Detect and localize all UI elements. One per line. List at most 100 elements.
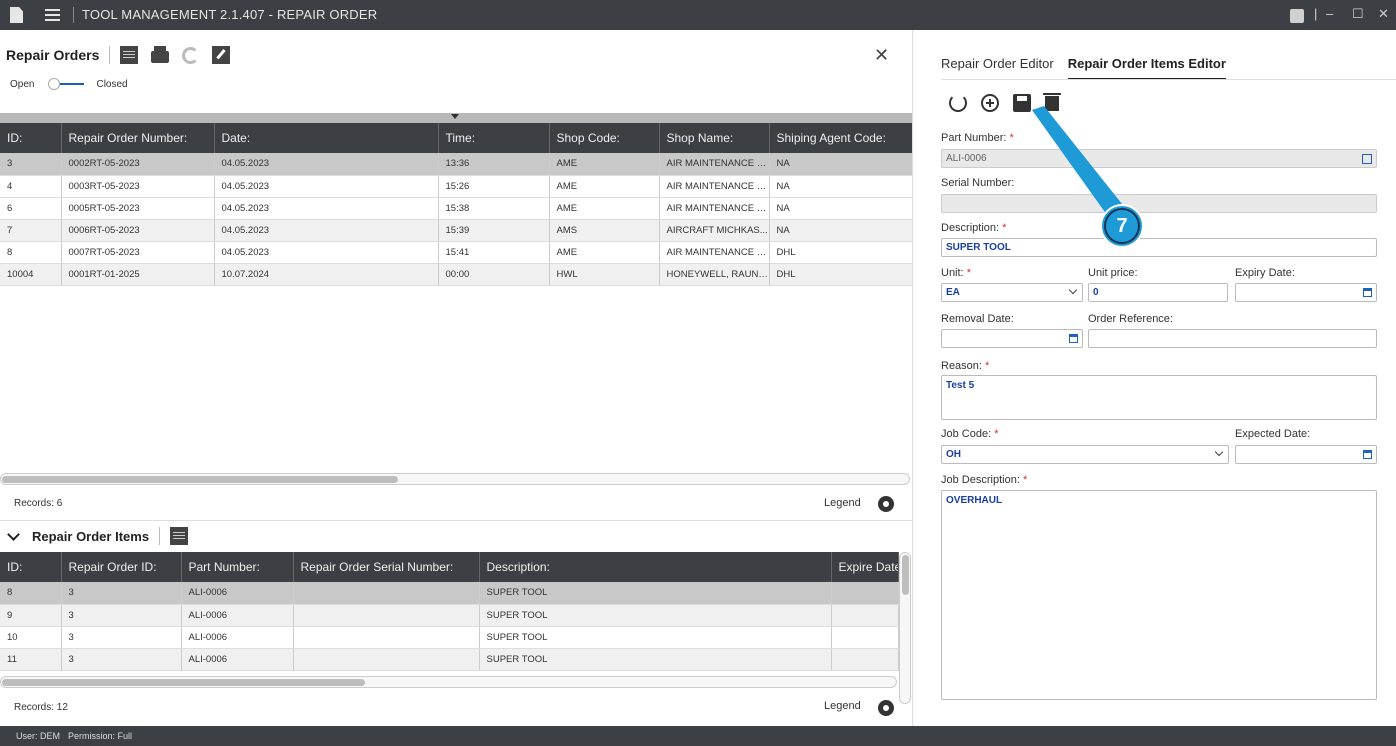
scrollbar-thumb[interactable] (902, 555, 909, 595)
orders-legend-eye-icon[interactable] (878, 496, 894, 512)
collapse-bar[interactable] (0, 113, 912, 123)
expiry-date-field[interactable] (1235, 283, 1377, 302)
table-row[interactable]: 8 3 ALI-0006 SUPER TOOL (0, 582, 899, 605)
items-vertical-scrollbar[interactable] (899, 552, 911, 704)
cell: 11 (0, 648, 62, 671)
serial-number-field[interactable] (941, 194, 1377, 213)
edit-part-icon[interactable] (1362, 154, 1372, 164)
cell: SUPER TOOL (479, 582, 832, 605)
save-icon[interactable] (1013, 94, 1031, 112)
table-row[interactable]: 6 0005RT-05-2023 04.05.2023 15:38 AME AIR MAI… (0, 197, 913, 220)
required-mark: * (1022, 474, 1028, 486)
job-code-select[interactable]: OH (941, 445, 1229, 464)
unit-select[interactable]: EA (941, 283, 1083, 302)
column-header[interactable]: Time: (438, 123, 550, 153)
tab-repair-order-editor[interactable]: Repair Order Editor (941, 56, 1054, 80)
toggle-knob[interactable] (48, 78, 61, 90)
order-reference-field[interactable] (1088, 329, 1377, 348)
tabs-underline (941, 79, 1396, 80)
unit-price-value: 0 (1093, 287, 1099, 298)
print-icon[interactable] (151, 46, 170, 63)
unit-price-field[interactable]: 0 (1088, 283, 1228, 302)
export-excel-icon[interactable] (170, 527, 189, 545)
column-header[interactable]: Shop Code: (549, 123, 660, 153)
scrollbar-thumb[interactable] (2, 476, 398, 483)
calendar-icon[interactable] (1363, 288, 1372, 297)
cell: 4 (0, 175, 62, 198)
table-row[interactable]: 10 3 ALI-0006 SUPER TOOL (0, 626, 899, 649)
chevron-down-icon[interactable] (1214, 447, 1224, 457)
table-row[interactable]: 11 3 ALI-0006 SUPER TOOL (0, 648, 899, 671)
delete-icon[interactable] (1043, 93, 1061, 111)
cell: SUPER TOOL (479, 626, 832, 649)
column-header[interactable]: Shiping Agent Code: (769, 123, 913, 153)
add-icon[interactable] (981, 94, 999, 112)
feedback-icon[interactable] (1290, 9, 1304, 23)
chevron-down-icon[interactable] (1068, 285, 1078, 295)
cell: NA (769, 175, 913, 198)
cell (293, 626, 480, 649)
cell: 9 (0, 604, 62, 627)
items-legend-eye-icon[interactable] (878, 700, 894, 716)
collapse-arrow-icon[interactable] (451, 114, 459, 119)
undo-icon[interactable] (949, 94, 967, 112)
document-icon[interactable] (10, 7, 23, 23)
column-header[interactable]: ID: (0, 123, 62, 153)
tab-repair-order-items-editor[interactable]: Repair Order Items Editor (1067, 56, 1226, 80)
cell: AME (549, 153, 660, 176)
table-row[interactable]: 4 0003RT-05-2023 04.05.2023 15:26 AME AIR MAI… (0, 175, 913, 198)
table-row[interactable]: 7 0006RT-05-2023 04.05.2023 15:39 AMS AIRCRAF… (0, 219, 913, 242)
job-description-textarea[interactable]: OVERHAUL (941, 490, 1377, 700)
orders-horizontal-scrollbar[interactable] (0, 473, 910, 485)
cell (831, 648, 899, 671)
description-label: Description: * (941, 222, 1006, 234)
scrollbar-thumb[interactable] (2, 679, 365, 686)
reason-textarea[interactable]: Test 5 (941, 375, 1377, 420)
table-row[interactable]: 9 3 ALI-0006 SUPER TOOL (0, 604, 899, 627)
cell: 15:39 (438, 219, 550, 242)
table-row[interactable]: 10004 0001RT-01-2025 10.07.2024 00:00 HWL HON… (0, 263, 913, 286)
description-field[interactable]: SUPER TOOL (941, 238, 1377, 257)
open-closed-toggle-row: Open Closed (10, 78, 128, 90)
expected-date-field[interactable] (1235, 445, 1377, 464)
cell (831, 604, 899, 627)
column-header[interactable]: Shop Name: (659, 123, 770, 153)
column-header[interactable]: Repair Order Number: (61, 123, 215, 153)
cell: 04.05.2023 (214, 175, 439, 198)
job-code-value: OH (946, 449, 961, 460)
cell: AIRCRAFT MICHKAS... (659, 219, 770, 242)
cell: 10.07.2024 (214, 263, 439, 286)
cell: 10 (0, 626, 62, 649)
cell: 04.05.2023 (214, 153, 439, 176)
column-header[interactable]: Part Number: (181, 552, 294, 582)
cell: 8 (0, 582, 62, 605)
export-excel-icon[interactable] (120, 46, 139, 64)
cell (293, 604, 480, 627)
required-mark: * (985, 360, 990, 372)
column-header[interactable]: Date: (214, 123, 439, 153)
close-window-button[interactable]: ✕ (1378, 6, 1389, 22)
table-row[interactable]: 8 0007RT-05-2023 04.05.2023 15:41 AME AIR MAI… (0, 241, 913, 264)
hamburger-menu-icon[interactable] (45, 9, 60, 21)
calendar-icon[interactable] (1069, 334, 1078, 343)
refresh-icon[interactable] (182, 46, 200, 64)
restore-button[interactable]: ☐ (1352, 6, 1364, 22)
required-mark: * (1002, 222, 1007, 234)
chevron-down-icon[interactable] (7, 527, 20, 541)
close-panel-icon[interactable]: ✕ (874, 45, 889, 66)
calendar-icon[interactable] (1363, 450, 1372, 459)
column-header[interactable]: Repair Order Serial Number: (293, 552, 480, 582)
cell: 10004 (0, 263, 62, 286)
items-horizontal-scrollbar[interactable] (0, 676, 897, 688)
column-header[interactable]: Repair Order ID: (61, 552, 182, 582)
column-header[interactable]: ID: (0, 552, 62, 582)
minimize-button[interactable]: – (1326, 6, 1333, 21)
column-header[interactable]: Description: (479, 552, 832, 582)
removal-date-field[interactable] (941, 329, 1083, 348)
status-bar: User: DEM Permission: Full (0, 726, 1396, 746)
table-row[interactable]: 3 0002RT-05-2023 04.05.2023 13:36 AME AIR MAI… (0, 153, 913, 176)
edit-icon[interactable] (212, 46, 231, 64)
part-number-field[interactable]: ALI-0006 (941, 149, 1377, 168)
column-header[interactable]: Expire Date: (831, 552, 899, 582)
open-closed-toggle[interactable] (48, 78, 85, 90)
